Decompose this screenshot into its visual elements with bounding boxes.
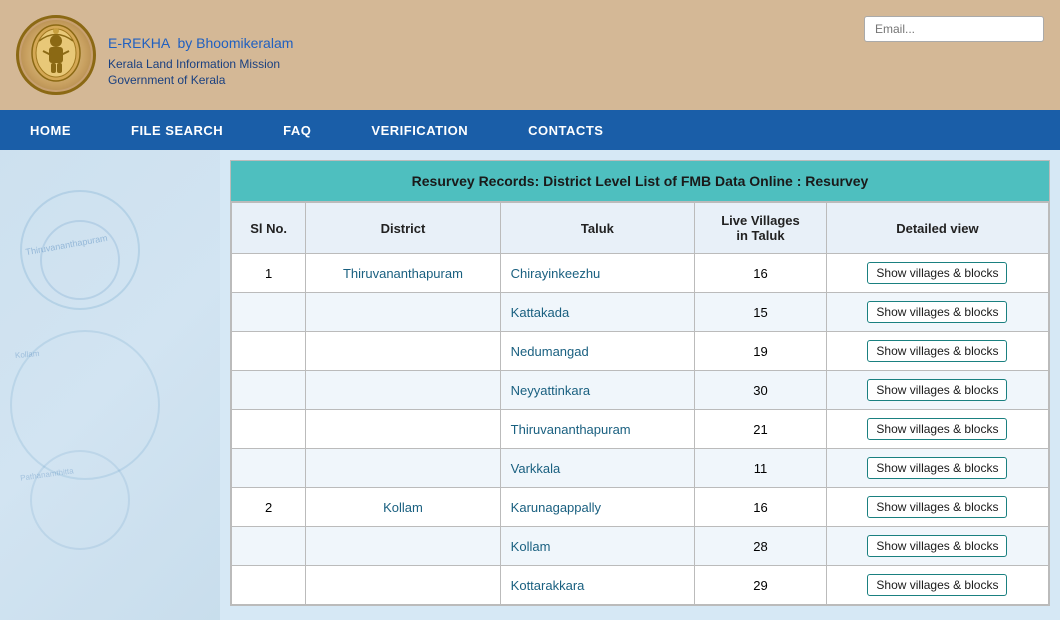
cell-taluk: Thiruvananthapuram xyxy=(500,410,694,449)
email-field-container[interactable] xyxy=(864,16,1044,42)
header: E-REKHA by Bhoomikeralam Kerala Land Inf… xyxy=(0,0,1060,110)
show-villages-button[interactable]: Show villages & blocks xyxy=(867,418,1007,440)
nav-verification[interactable]: VERIFICATION xyxy=(341,110,498,150)
subtitle-line1: Kerala Land Information Mission xyxy=(108,57,293,71)
cell-detail: Show villages & blocks xyxy=(826,449,1048,488)
cell-taluk: Karunagappally xyxy=(500,488,694,527)
show-villages-button[interactable]: Show villages & blocks xyxy=(867,535,1007,557)
app-title: E-REKHA by Bhoomikeralam xyxy=(108,24,293,55)
cell-district: Kollam xyxy=(306,488,500,527)
cell-taluk: Kattakada xyxy=(500,293,694,332)
show-villages-button[interactable]: Show villages & blocks xyxy=(867,496,1007,518)
email-input[interactable] xyxy=(864,16,1044,42)
table-row: Neyyattinkara30 Show villages & blocks xyxy=(232,371,1049,410)
cell-detail: Show villages & blocks xyxy=(826,371,1048,410)
cell-district xyxy=(306,527,500,566)
table-row: 1ThiruvananthapuramChirayinkeezhu16 Show … xyxy=(232,254,1049,293)
nav-bar: HOME FILE SEARCH FAQ VERIFICATION CONTAC… xyxy=(0,110,1060,150)
cell-slno: 2 xyxy=(232,488,306,527)
nav-file-search[interactable]: FILE SEARCH xyxy=(101,110,253,150)
cell-district xyxy=(306,410,500,449)
main-content: Resurvey Records: District Level List of… xyxy=(220,150,1060,620)
cell-detail: Show villages & blocks xyxy=(826,293,1048,332)
cell-villages: 16 xyxy=(695,488,827,527)
cell-villages: 16 xyxy=(695,254,827,293)
cell-slno xyxy=(232,293,306,332)
cell-slno xyxy=(232,527,306,566)
cell-villages: 30 xyxy=(695,371,827,410)
subtitle-line2: Government of Kerala xyxy=(108,73,293,87)
show-villages-button[interactable]: Show villages & blocks xyxy=(867,340,1007,362)
nav-faq[interactable]: FAQ xyxy=(253,110,341,150)
cell-detail: Show villages & blocks xyxy=(826,566,1048,605)
cell-taluk: Chirayinkeezhu xyxy=(500,254,694,293)
show-villages-button[interactable]: Show villages & blocks xyxy=(867,262,1007,284)
table-container: Resurvey Records: District Level List of… xyxy=(230,160,1050,606)
cell-slno xyxy=(232,332,306,371)
cell-district xyxy=(306,293,500,332)
cell-district xyxy=(306,332,500,371)
table-title: Resurvey Records: District Level List of… xyxy=(231,161,1049,202)
cell-villages: 19 xyxy=(695,332,827,371)
cell-taluk: Neyyattinkara xyxy=(500,371,694,410)
show-villages-button[interactable]: Show villages & blocks xyxy=(867,457,1007,479)
cell-villages: 21 xyxy=(695,410,827,449)
table-row: Kattakada15 Show villages & blocks xyxy=(232,293,1049,332)
logo-text: E-REKHA by Bhoomikeralam Kerala Land Inf… xyxy=(108,24,293,87)
cell-taluk: Kottarakkara xyxy=(500,566,694,605)
cell-taluk: Varkkala xyxy=(500,449,694,488)
table-row: Kollam28 Show villages & blocks xyxy=(232,527,1049,566)
sidebar: Thiruvananthapuram Kollam Pathanamthitta xyxy=(0,150,220,620)
col-taluk: Taluk xyxy=(500,203,694,254)
cell-slno: 1 xyxy=(232,254,306,293)
cell-detail: Show villages & blocks xyxy=(826,488,1048,527)
logo-emblem xyxy=(16,15,96,95)
cell-district xyxy=(306,371,500,410)
cell-taluk: Kollam xyxy=(500,527,694,566)
nav-home[interactable]: HOME xyxy=(0,110,101,150)
show-villages-button[interactable]: Show villages & blocks xyxy=(867,379,1007,401)
table-row: Thiruvananthapuram21 Show villages & bloc… xyxy=(232,410,1049,449)
logo-area: E-REKHA by Bhoomikeralam Kerala Land Inf… xyxy=(16,15,293,95)
table-row: Nedumangad19 Show villages & blocks xyxy=(232,332,1049,371)
cell-detail: Show villages & blocks xyxy=(826,527,1048,566)
table-row: Varkkala11 Show villages & blocks xyxy=(232,449,1049,488)
content-area: Thiruvananthapuram Kollam Pathanamthitta… xyxy=(0,150,1060,620)
cell-slno xyxy=(232,410,306,449)
cell-villages: 28 xyxy=(695,527,827,566)
col-detail: Detailed view xyxy=(826,203,1048,254)
show-villages-button[interactable]: Show villages & blocks xyxy=(867,301,1007,323)
cell-taluk: Nedumangad xyxy=(500,332,694,371)
cell-detail: Show villages & blocks xyxy=(826,410,1048,449)
cell-district xyxy=(306,566,500,605)
show-villages-button[interactable]: Show villages & blocks xyxy=(867,574,1007,596)
cell-slno xyxy=(232,566,306,605)
cell-villages: 15 xyxy=(695,293,827,332)
col-district: District xyxy=(306,203,500,254)
cell-district: Thiruvananthapuram xyxy=(306,254,500,293)
data-table: Sl No. District Taluk Live Villagesin Ta… xyxy=(231,202,1049,605)
col-villages: Live Villagesin Taluk xyxy=(695,203,827,254)
cell-villages: 11 xyxy=(695,449,827,488)
cell-slno xyxy=(232,371,306,410)
col-slno: Sl No. xyxy=(232,203,306,254)
cell-slno xyxy=(232,449,306,488)
cell-detail: Show villages & blocks xyxy=(826,332,1048,371)
nav-contacts[interactable]: CONTACTS xyxy=(498,110,633,150)
cell-district xyxy=(306,449,500,488)
table-row: 2KollamKarunagappally16 Show villages & b… xyxy=(232,488,1049,527)
cell-villages: 29 xyxy=(695,566,827,605)
cell-detail: Show villages & blocks xyxy=(826,254,1048,293)
table-row: Kottarakkara29 Show villages & blocks xyxy=(232,566,1049,605)
